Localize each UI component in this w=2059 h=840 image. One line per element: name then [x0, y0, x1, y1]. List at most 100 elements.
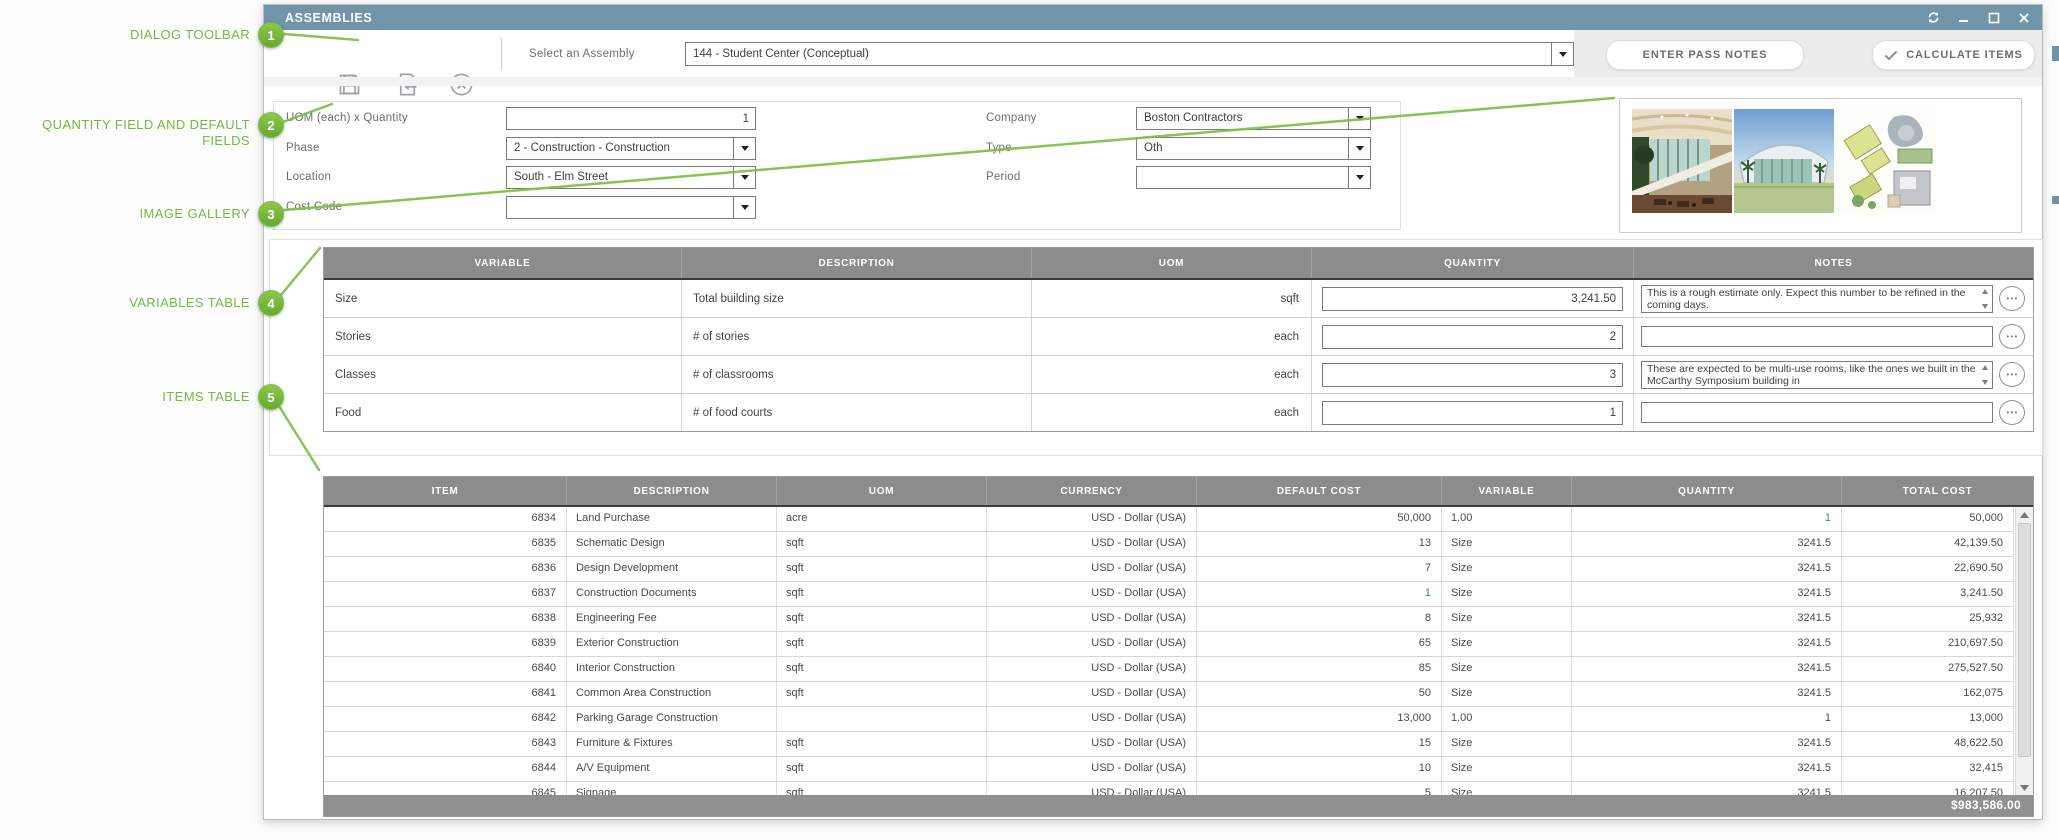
variables-table-row[interactable]: SizeTotal building sizesqft3,241.50This …	[324, 280, 2033, 318]
type-select[interactable]: Oth	[1136, 137, 1371, 160]
items-table-row[interactable]: 6839Exterior ConstructionsqftUSD - Dolla…	[324, 632, 2014, 657]
items-table-row[interactable]: 6841Common Area ConstructionsqftUSD - Do…	[324, 682, 2014, 707]
variable-notes-input[interactable]: These are expected to be multi-use rooms…	[1641, 361, 1993, 389]
period-select-value	[1137, 167, 1348, 188]
refresh-icon[interactable]	[1927, 11, 1940, 24]
item-total-cost-cell: 3,241.50	[1842, 582, 2014, 606]
type-select-arrow[interactable]	[1348, 138, 1370, 159]
notes-ellipsis-button[interactable]: •••	[1999, 362, 2025, 387]
variable-quantity-input[interactable]: 2	[1322, 325, 1623, 349]
item-variable-cell: 1.00	[1442, 707, 1572, 731]
variable-name-cell: Classes	[324, 356, 682, 393]
items-header-cell: DEFAULT COST	[1197, 477, 1442, 505]
annotation-marker-5: 5	[258, 384, 284, 410]
variables-table-row[interactable]: Stories# of storieseach2•••	[324, 318, 2033, 356]
period-select[interactable]	[1136, 166, 1371, 189]
enter-pass-notes-button[interactable]: ENTER PASS NOTES	[1606, 40, 1804, 70]
item-default-cost-cell: 13,000	[1197, 707, 1442, 731]
item-description-cell: Design Development	[567, 557, 777, 581]
minimize-icon[interactable]	[1957, 11, 1970, 24]
location-select[interactable]: South - Elm Street	[506, 166, 756, 189]
period-label: Period	[986, 166, 1126, 189]
assembly-select[interactable]: 144 - Student Center (Conceptual)	[685, 42, 1574, 66]
enter-pass-notes-label: ENTER PASS NOTES	[1643, 49, 1768, 61]
items-table-row[interactable]: 6845SignagesqftUSD - Dollar (USA)5Size32…	[324, 782, 2014, 795]
items-scrollbar[interactable]	[2015, 507, 2033, 795]
items-table-row[interactable]: 6834Land PurchaseacreUSD - Dollar (USA)5…	[324, 507, 2014, 532]
uom-quantity-input[interactable]	[506, 107, 756, 130]
notes-ellipsis-button[interactable]: •••	[1999, 286, 2025, 311]
calculate-items-button[interactable]: CALCULATE ITEMS	[1872, 40, 2035, 70]
items-table: ITEMDESCRIPTIONUOMCURRENCYDEFAULT COSTVA…	[323, 476, 2034, 817]
items-table-row[interactable]: 6842Parking Garage ConstructionUSD - Dol…	[324, 707, 2014, 732]
gallery-image-floor-plan[interactable]	[1836, 109, 1936, 213]
item-uom-cell: sqft	[777, 757, 987, 781]
item-total-cost-cell: 275,527.50	[1842, 657, 2014, 681]
item-description-cell: A/V Equipment	[567, 757, 777, 781]
variable-notes-input[interactable]: This is a rough estimate only. Expect th…	[1641, 285, 1993, 313]
phase-select-arrow[interactable]	[733, 138, 755, 159]
scroll-down-icon[interactable]	[2016, 780, 2033, 795]
calculate-items-label: CALCULATE ITEMS	[1906, 49, 2023, 61]
notes-scroll-arrows[interactable]	[1979, 287, 1991, 311]
item-number-cell: 6842	[324, 707, 567, 731]
item-uom-cell: sqft	[777, 657, 987, 681]
type-select-value: Oth	[1137, 138, 1348, 159]
item-uom-cell: sqft	[777, 557, 987, 581]
company-select-arrow[interactable]	[1348, 108, 1370, 129]
variable-quantity-input[interactable]: 3,241.50	[1322, 287, 1623, 311]
item-quantity-cell: 3241.5	[1572, 607, 1842, 631]
location-select-arrow[interactable]	[733, 167, 755, 188]
variable-notes-cell: These are expected to be multi-use rooms…	[1634, 356, 2033, 393]
notes-ellipsis-button[interactable]: •••	[1999, 324, 2025, 349]
variables-table-row[interactable]: Food# of food courtseach1•••	[324, 394, 2033, 431]
item-default-cost-cell: 15	[1197, 732, 1442, 756]
notes-scroll-arrows[interactable]	[1979, 363, 1991, 387]
scrollbar-thumb[interactable]	[2018, 523, 2031, 757]
items-table-row[interactable]: 6838Engineering FeesqftUSD - Dollar (USA…	[324, 607, 2014, 632]
items-table-row[interactable]: 6844A/V EquipmentsqftUSD - Dollar (USA)1…	[324, 757, 2014, 782]
toolbar-underline-strip	[264, 77, 2042, 86]
items-table-row[interactable]: 6843Furniture & FixturessqftUSD - Dollar…	[324, 732, 2014, 757]
scroll-up-icon	[1982, 289, 1988, 294]
items-table-row[interactable]: 6835Schematic DesignsqftUSD - Dollar (US…	[324, 532, 2014, 557]
maximize-icon[interactable]	[1987, 11, 2000, 24]
phase-select[interactable]: 2 - Construction - Construction	[506, 137, 756, 160]
close-icon[interactable]	[2017, 11, 2030, 24]
dialog-toolbar: Select an Assembly 144 - Student Center …	[264, 30, 2042, 78]
annotation-marker-2: 2	[258, 112, 284, 138]
item-description-cell: Engineering Fee	[567, 607, 777, 631]
notes-ellipsis-button[interactable]: •••	[1999, 400, 2025, 425]
item-uom-cell	[777, 707, 987, 731]
variable-name-cell: Size	[324, 280, 682, 317]
variable-notes-input[interactable]	[1641, 402, 1993, 423]
items-table-row[interactable]: 6837Construction DocumentssqftUSD - Doll…	[324, 582, 2014, 607]
cost-code-select-arrow[interactable]	[733, 197, 755, 218]
uom-quantity-label: UOM (each) x Quantity	[286, 107, 502, 130]
item-total-cost-cell: 22,690.50	[1842, 557, 2014, 581]
item-currency-cell: USD - Dollar (USA)	[987, 732, 1197, 756]
variable-uom-cell: each	[1032, 318, 1312, 355]
variable-quantity-input[interactable]: 1	[1322, 401, 1623, 425]
item-uom-cell: sqft	[777, 682, 987, 706]
gallery-image-building-rendering[interactable]	[1734, 109, 1834, 213]
item-number-cell: 6845	[324, 782, 567, 795]
scroll-up-icon[interactable]	[2016, 507, 2033, 522]
item-number-cell: 6839	[324, 632, 567, 656]
assembly-select-arrow[interactable]	[1551, 43, 1573, 65]
item-total-cost-cell: 25,932	[1842, 607, 2014, 631]
company-select[interactable]: Boston Contractors	[1136, 107, 1371, 130]
period-select-arrow[interactable]	[1348, 167, 1370, 188]
item-default-cost-cell: 50,000	[1197, 507, 1442, 531]
item-number-cell: 6835	[324, 532, 567, 556]
items-table-row[interactable]: 6836Design DevelopmentsqftUSD - Dollar (…	[324, 557, 2014, 582]
dialog-titlebar[interactable]: ASSEMBLIES	[264, 5, 2042, 30]
variable-quantity-input[interactable]: 3	[1322, 363, 1623, 387]
variables-header-cell: DESCRIPTION	[682, 248, 1032, 278]
variable-notes-input[interactable]	[1641, 326, 1993, 347]
variables-table-row[interactable]: Classes# of classroomseach3These are exp…	[324, 356, 2033, 394]
items-table-row[interactable]: 6840Interior ConstructionsqftUSD - Dolla…	[324, 657, 2014, 682]
chevron-down-icon	[1356, 146, 1364, 151]
gallery-image-interior-photo[interactable]	[1632, 109, 1732, 213]
cost-code-select[interactable]	[506, 196, 756, 219]
